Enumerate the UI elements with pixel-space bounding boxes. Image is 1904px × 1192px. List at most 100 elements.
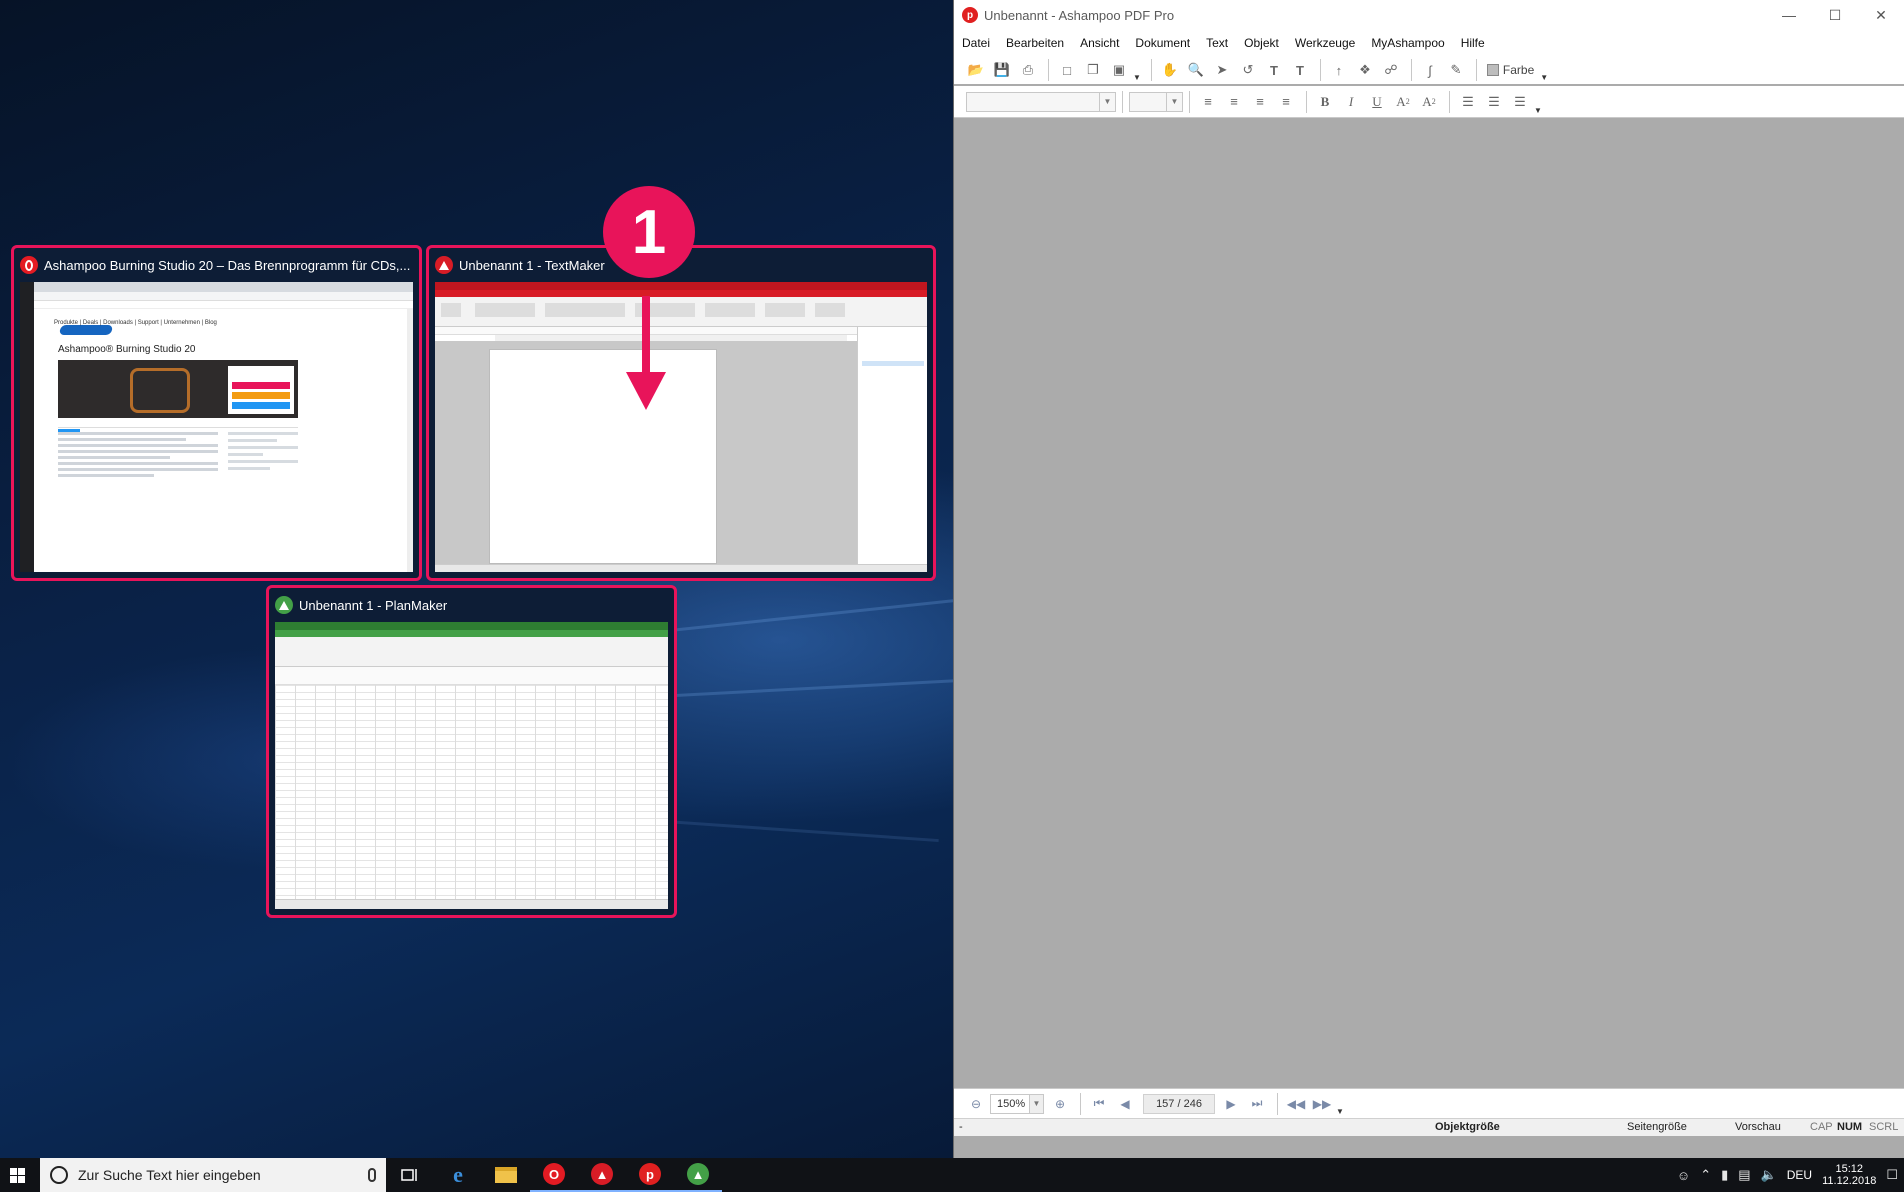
align-right-icon[interactable]: ≡: [1248, 90, 1272, 114]
thumbnail-title: Unbenannt 1 - PlanMaker: [299, 597, 448, 613]
color-picker[interactable]: Farbe: [1486, 63, 1534, 77]
taskbar-explorer[interactable]: [482, 1158, 530, 1192]
subscript-icon[interactable]: A2: [1417, 90, 1441, 114]
toolbar-separator: [1475, 59, 1477, 81]
task-view-button[interactable]: [386, 1158, 434, 1192]
menu-dokument[interactable]: Dokument: [1127, 36, 1198, 50]
first-page-icon[interactable]: ⏮: [1087, 1092, 1111, 1116]
save-icon[interactable]: 💾: [990, 58, 1014, 82]
text-tool-icon[interactable]: T: [1262, 58, 1286, 82]
start-button[interactable]: [0, 1158, 34, 1192]
toolbar-separator: [1122, 90, 1123, 113]
document-area[interactable]: [954, 118, 1904, 1088]
last-page-icon[interactable]: ⏭: [1245, 1092, 1269, 1116]
folder-icon: [495, 1167, 517, 1183]
superscript-icon[interactable]: A2: [1391, 90, 1415, 114]
menu-objekt[interactable]: Objekt: [1236, 36, 1287, 50]
microphone-icon[interactable]: [368, 1168, 376, 1182]
menu-bearbeiten[interactable]: Bearbeiten: [998, 36, 1072, 50]
taskbar-textmaker[interactable]: ▲: [578, 1158, 626, 1192]
title-bar: p Unbenannt - Ashampoo PDF Pro — ☐ ✕: [954, 0, 1904, 30]
maximize-button[interactable]: ☐: [1812, 0, 1858, 30]
edge-icon: e: [453, 1162, 463, 1187]
menu-text[interactable]: Text: [1198, 36, 1236, 50]
page-number-field[interactable]: 157 / 246: [1143, 1093, 1215, 1114]
menu-datei[interactable]: Datei: [954, 36, 998, 50]
copy-page-icon[interactable]: ❐: [1081, 58, 1105, 82]
underline-icon[interactable]: U: [1365, 90, 1389, 114]
justify-icon[interactable]: ≡: [1274, 90, 1298, 114]
status-scrl: SCRL: [1869, 1121, 1899, 1133]
chevron-down-icon: ▼: [1099, 92, 1115, 111]
thumbnail-header: Unbenannt 1 - PlanMaker: [275, 594, 668, 616]
previous-page-icon[interactable]: ◀: [1113, 1092, 1137, 1116]
nav-dropdown-icon[interactable]: ▼: [1336, 1107, 1344, 1118]
people-icon[interactable]: ☺: [1677, 1168, 1690, 1183]
taskbar-opera[interactable]: O: [530, 1158, 578, 1192]
taskbar-pdf-pro[interactable]: p: [626, 1158, 674, 1192]
back-icon[interactable]: ◀◀: [1284, 1092, 1308, 1116]
task-view-window-planmaker[interactable]: Unbenannt 1 - PlanMaker: [266, 585, 677, 918]
planmaker-icon: ▲: [687, 1163, 709, 1185]
open-icon[interactable]: 📂: [964, 58, 988, 82]
window-title: Unbenannt - Ashampoo PDF Pro: [984, 7, 1175, 23]
menu-werkzeuge[interactable]: Werkzeuge: [1287, 36, 1363, 50]
paste-page-icon[interactable]: ▣: [1107, 58, 1131, 82]
taskbar-planmaker[interactable]: ▲: [674, 1158, 722, 1192]
language-indicator[interactable]: DEU: [1787, 1168, 1812, 1182]
zoom-in-icon[interactable]: ⊕: [1048, 1092, 1072, 1116]
link-tool-icon[interactable]: ☍: [1379, 58, 1403, 82]
font-size-select[interactable]: ▼: [1129, 91, 1183, 112]
hand-tool-icon[interactable]: ✋: [1158, 58, 1182, 82]
close-button[interactable]: ✕: [1858, 0, 1904, 30]
menu-hilfe[interactable]: Hilfe: [1453, 36, 1493, 50]
page-icon[interactable]: □: [1055, 58, 1079, 82]
clock[interactable]: 15:12 11.12.2018: [1822, 1163, 1876, 1187]
zoom-tool-icon[interactable]: 🔍: [1184, 58, 1208, 82]
zoom-select[interactable]: 150% ▼: [990, 1093, 1044, 1114]
drag-arrow-icon: [626, 296, 666, 410]
status-left: -: [959, 1121, 963, 1133]
color-dropdown-icon[interactable]: ▼: [1540, 73, 1548, 84]
network-icon[interactable]: ▤: [1738, 1167, 1750, 1183]
textmaker-icon: [435, 256, 453, 274]
volume-icon[interactable]: 🔈: [1761, 1167, 1777, 1183]
chevron-up-icon[interactable]: ⌃: [1700, 1167, 1711, 1183]
format-dropdown-icon[interactable]: ▼: [1534, 106, 1542, 117]
crop-tool-icon[interactable]: ❖: [1353, 58, 1377, 82]
forward-icon[interactable]: ▶▶: [1310, 1092, 1334, 1116]
task-view-window-textmaker[interactable]: Unbenannt 1 - TextMaker: [426, 245, 936, 581]
align-left-icon[interactable]: ≡: [1196, 90, 1220, 114]
main-toolbar: 📂 💾 ⎙ □ ❐ ▣ ▼ ✋ 🔍 ➤ ↺ T T ↑ ❖ ☍ ∫ ✎ Farb…: [954, 56, 1904, 84]
step-badge: 1: [603, 186, 695, 278]
align-center-icon[interactable]: ≡: [1222, 90, 1246, 114]
minimize-button[interactable]: —: [1766, 0, 1812, 30]
italic-icon[interactable]: I: [1339, 90, 1363, 114]
print-icon[interactable]: ⎙: [1016, 58, 1040, 82]
text-frame-tool-icon[interactable]: T: [1288, 58, 1312, 82]
search-box[interactable]: Zur Suche Text hier eingeben: [40, 1158, 386, 1192]
select-tool-icon[interactable]: ➤: [1210, 58, 1234, 82]
rotate-tool-icon[interactable]: ↺: [1236, 58, 1260, 82]
next-page-icon[interactable]: ▶: [1219, 1092, 1243, 1116]
insert-text-icon[interactable]: ↑: [1327, 58, 1351, 82]
list-icon[interactable]: ☰: [1508, 90, 1532, 114]
menu-myashampoo[interactable]: MyAshampoo: [1363, 36, 1452, 50]
menu-ansicht[interactable]: Ansicht: [1072, 36, 1127, 50]
bold-icon[interactable]: B: [1313, 90, 1337, 114]
chevron-down-icon: ▼: [1029, 1094, 1043, 1113]
toolbar-separator: [1306, 90, 1307, 113]
battery-icon[interactable]: ▮: [1721, 1167, 1728, 1183]
textmaker-icon: ▲: [591, 1163, 613, 1185]
paragraph-spacing-icon[interactable]: ☰: [1482, 90, 1506, 114]
notification-icon[interactable]: ☐: [1886, 1167, 1898, 1183]
taskbar-edge[interactable]: e: [434, 1158, 482, 1192]
toolbar-separator: [1048, 59, 1049, 81]
toolbar-dropdown-icon[interactable]: ▼: [1133, 73, 1141, 84]
zoom-out-icon[interactable]: ⊖: [964, 1092, 988, 1116]
curve-tool-icon[interactable]: ∫: [1418, 58, 1442, 82]
line-spacing-icon[interactable]: ☰: [1456, 90, 1480, 114]
eyedropper-tool-icon[interactable]: ✎: [1444, 58, 1468, 82]
font-family-select[interactable]: ▼: [966, 91, 1116, 112]
task-view-window-burning-studio[interactable]: Ashampoo Burning Studio 20 – Das Brennpr…: [11, 245, 422, 581]
